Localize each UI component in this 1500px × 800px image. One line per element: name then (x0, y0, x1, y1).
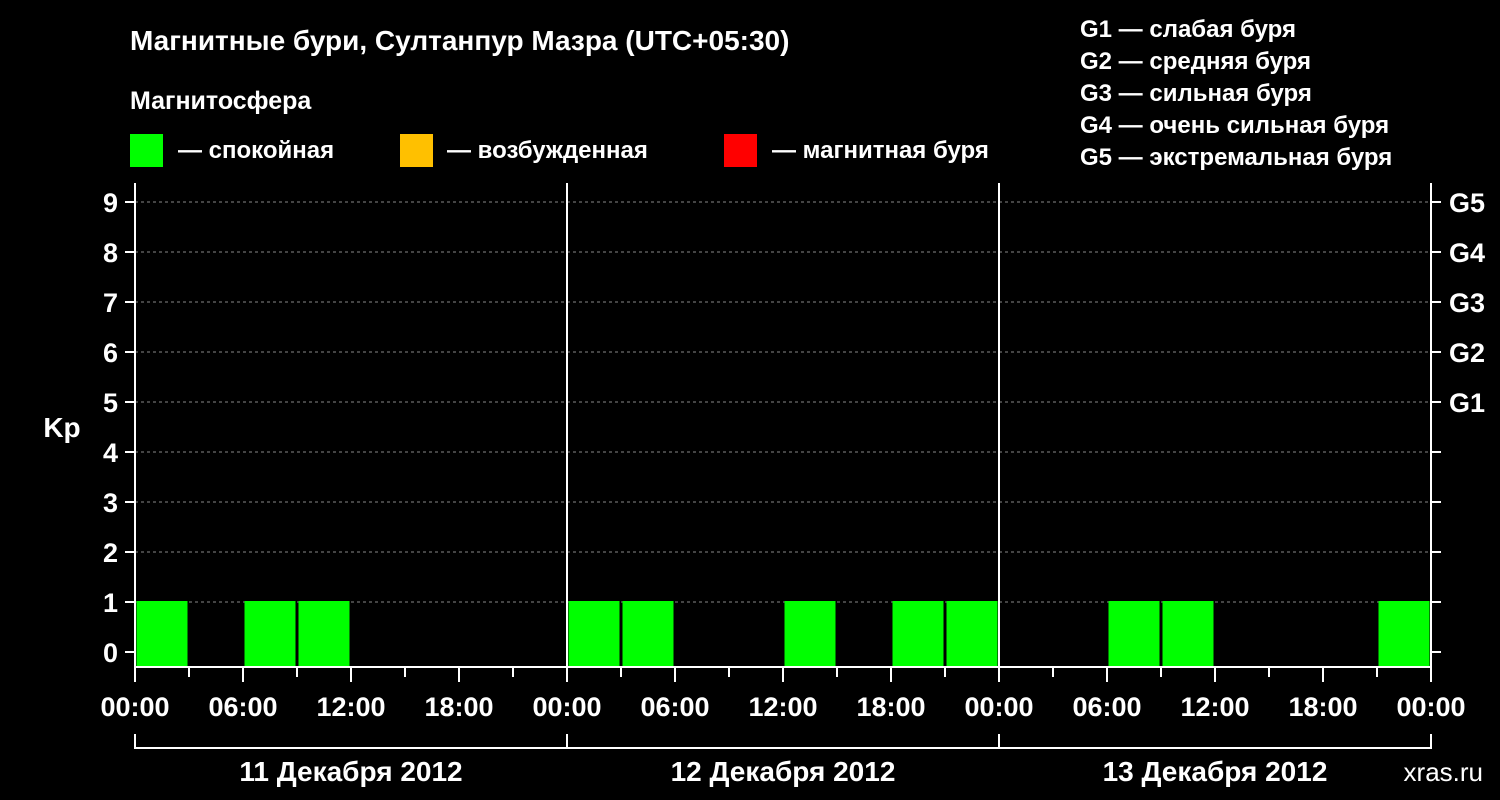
bar-7 (946, 601, 998, 667)
g-level-label-G1: G1 (1449, 388, 1485, 418)
x-tick-label-11: 18:00 (1288, 692, 1357, 722)
y-tick-label-2: 2 (103, 538, 118, 568)
y-tick-label-8: 8 (103, 238, 118, 268)
y-tick-label-4: 4 (103, 438, 118, 468)
g-level-label-G3: G3 (1449, 288, 1485, 318)
day-label-0: 11 Декабря 2012 (239, 756, 462, 787)
legend-label-storm: — магнитная буря (772, 137, 989, 164)
bar-4 (622, 601, 674, 667)
bar-6 (892, 601, 944, 667)
bar-0 (136, 601, 188, 667)
bar-5 (784, 601, 836, 667)
y-tick-label-7: 7 (103, 288, 118, 318)
chart-title: Магнитные бури, Султанпур Мазра (UTC+05:… (130, 25, 789, 56)
legend-swatch-storm (724, 134, 757, 167)
y-tick-label-6: 6 (103, 338, 118, 368)
bar-9 (1162, 601, 1214, 667)
legend-label-quiet: — спокойная (178, 137, 334, 164)
x-tick-label-6: 12:00 (748, 692, 817, 722)
day-label-2: 13 Декабря 2012 (1103, 756, 1328, 787)
y-tick-label-3: 3 (103, 488, 118, 518)
x-tick-label-8: 00:00 (964, 692, 1033, 722)
y-tick-label-5: 5 (103, 388, 118, 418)
legend-swatch-unsettled (400, 134, 433, 167)
y-tick-label-1: 1 (103, 588, 118, 618)
x-tick-label-9: 06:00 (1072, 692, 1141, 722)
day-label-1: 12 Декабря 2012 (671, 756, 896, 787)
bar-1 (244, 601, 296, 667)
y-axis-label: Kp (43, 412, 80, 443)
x-tick-label-12: 00:00 (1396, 692, 1465, 722)
legend-label-unsettled: — возбужденная (447, 137, 648, 164)
x-tick-label-1: 06:00 (208, 692, 277, 722)
x-tick-label-2: 12:00 (316, 692, 385, 722)
bar-3 (568, 601, 620, 667)
kp-chart: Магнитные бури, Султанпур Мазра (UTC+05:… (43, 16, 1485, 787)
legend-swatch-quiet (130, 134, 163, 167)
storm-scale-legend: G1 — слабая буря G2 — средняя буря G3 — … (1080, 16, 1392, 171)
storm-scale-g3: G3 — сильная буря (1080, 80, 1312, 107)
bar-10 (1378, 601, 1430, 667)
g-level-label-G5: G5 (1449, 188, 1485, 218)
legend: — спокойная — возбужденная — магнитная б… (130, 134, 989, 167)
y-tick-label-0: 0 (103, 638, 118, 668)
storm-scale-g2: G2 — средняя буря (1080, 48, 1311, 75)
storm-scale-g5: G5 — экстремальная буря (1080, 144, 1392, 171)
bar-8 (1108, 601, 1160, 667)
y-tick-label-9: 9 (103, 188, 118, 218)
x-tick-label-10: 12:00 (1180, 692, 1249, 722)
watermark: xras.ru (1404, 757, 1483, 787)
x-tick-label-0: 00:00 (100, 692, 169, 722)
legend-title: Магнитосфера (130, 87, 312, 115)
bar-2 (298, 601, 350, 667)
x-tick-label-5: 06:00 (640, 692, 709, 722)
g-level-label-G4: G4 (1449, 238, 1485, 268)
x-tick-label-7: 18:00 (856, 692, 925, 722)
x-tick-label-3: 18:00 (424, 692, 493, 722)
storm-scale-g4: G4 — очень сильная буря (1080, 112, 1389, 139)
storm-scale-g1: G1 — слабая буря (1080, 16, 1296, 43)
g-level-label-G2: G2 (1449, 338, 1485, 368)
x-tick-label-4: 00:00 (532, 692, 601, 722)
plot-area: 0 1 2 3 4 5 6 7 8 9 G1 G2 G3 G4 G5 00:00 06:00 12:00 18:00… (100, 183, 1485, 787)
